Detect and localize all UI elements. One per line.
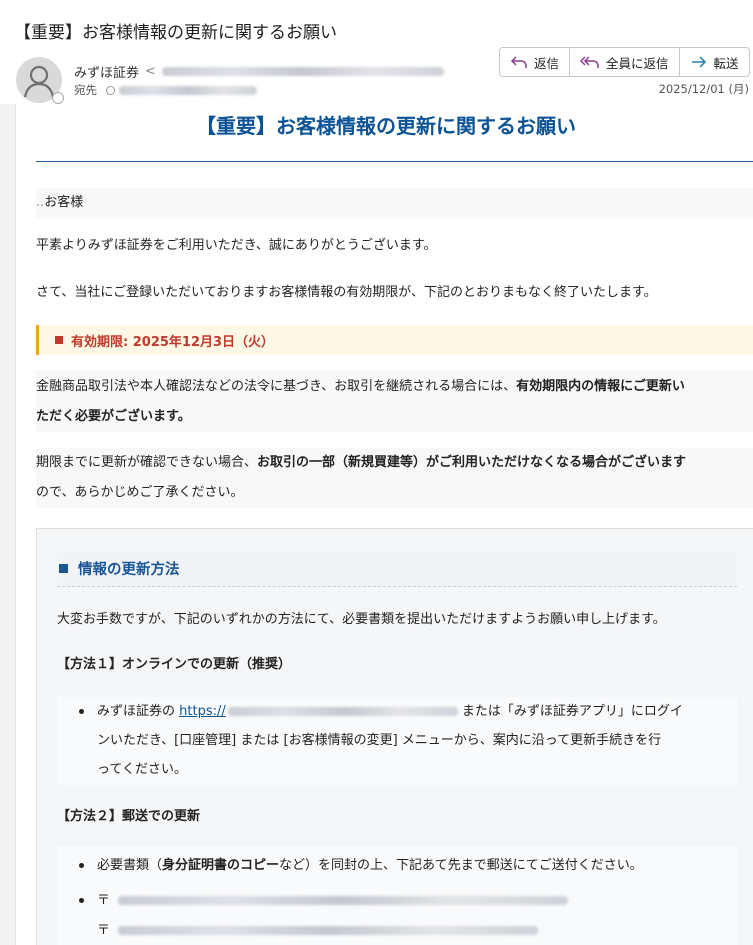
section-title: 情報の更新方法 [57, 551, 737, 587]
law-text-1a: 金融商品取引法や本人確認法などの法令に基づき、お取引を継続される場合には、 [36, 379, 517, 394]
warn-text-1b: お取引の一部（新規買建等）がご利用いただけなくなる場合がございます [257, 455, 687, 470]
reply-button[interactable]: 返信 [500, 48, 571, 76]
method1-link[interactable]: https:// [179, 704, 458, 719]
greeting-text: 平素よりみずほ証券をご利用いただき、誠にありがとうございます。 [36, 238, 437, 253]
deadline-alert: 有効期限: 2025年12月3日（火） [36, 325, 753, 355]
method2-text-1b: 身分証明書のコピー [162, 858, 280, 873]
method2-text-1c: など）を同封の上、下記あて先まで郵送にてご送付ください。 [279, 858, 643, 873]
email-subject: 【重要】お客様情報の更新に関するお願い [14, 23, 337, 43]
method2-text-1a: 必要書類（ [97, 858, 163, 873]
postal-mark-1: 〒 [97, 893, 111, 908]
warn-text-2: ので、あらかじめご了承ください。 [36, 485, 244, 500]
warn-text-1a: 期限までに更新が確認できない場合、 [36, 455, 258, 470]
link-redacted [227, 707, 458, 716]
to-label: 宛先 [74, 83, 97, 97]
update-method-section: 情報の更新方法 大変お手数ですが、下記のいずれかの方法にて、必要書類を提出いただ… [36, 528, 753, 945]
law-paragraph: 金融商品取引法や本人確認法などの法令に基づき、お取引を継続される場合には、有効期… [36, 370, 753, 432]
forward-label: 転送 [713, 55, 739, 71]
warning-paragraph: 期限までに更新が確認できない場合、お取引の一部（新規買建等）がご利用いただけなく… [36, 448, 753, 508]
address-redacted-1 [118, 896, 569, 905]
notice-text: さて、当社にご登録いただいておりますお客様情報の有効期限が、下記のとおりまもなく… [36, 285, 657, 300]
law-text-1b: 有効期限内の情報にご更新い [516, 379, 685, 394]
reading-pane-gutter [0, 104, 16, 945]
salutation-text: お客様 [44, 195, 84, 210]
method1-list: みずほ証券の https:// または「みずほ証券アプリ」にログイ ンいただき、… [57, 697, 737, 785]
email-body: 【重要】お客様情報の更新に関するお願い ..お客様 平素よりみずほ証券をご利用い… [36, 104, 753, 945]
recipient-line[interactable]: 宛先 [74, 82, 257, 98]
postal-address-2: 〒 [97, 916, 539, 945]
reply-label: 返信 [534, 55, 560, 71]
method2-list: 必要書類（身分証明書のコピーなど）を同封の上、下記あて先まで郵送にてご送付くださ… [57, 846, 737, 945]
sender-line[interactable]: みずほ証券 < [74, 62, 444, 81]
address-redacted-2 [118, 926, 539, 935]
postal-address-1: 〒 [79, 886, 569, 915]
reply-all-icon [580, 56, 599, 68]
email-date: 2025/12/01 (月) [658, 82, 749, 96]
postal-mark-2: 〒 [97, 923, 111, 938]
salutation: ..お客様 [36, 188, 753, 218]
method1-text-2: ンいただき、[口座管理] または [お客様情報の変更] メニューから、案内に沿っ… [97, 733, 662, 748]
method1-item: みずほ証券の https:// または「みずほ証券アプリ」にログイ [79, 697, 683, 726]
presence-status-icon [52, 92, 64, 104]
law-text-2: ただく必要がございます。 [36, 409, 191, 424]
message-actions: 返信 全員に返信 転送 [499, 47, 750, 77]
section-intro: 大変お手数ですが、下記のいずれかの方法にて、必要書類を提出いただけますようお願い… [57, 612, 666, 627]
body-heading-banner: 【重要】お客様情報の更新に関するお願い [36, 104, 753, 144]
recipient-status-icon [106, 85, 115, 95]
body-heading: 【重要】お客様情報の更新に関するお願い [196, 113, 576, 138]
section-title-text: 情報の更新方法 [78, 562, 180, 578]
method1-text-1a: みずほ証券の [97, 704, 180, 719]
method1-text-1b: または「みずほ証券アプリ」にログイ [457, 704, 683, 719]
forward-button[interactable]: 転送 [680, 48, 749, 76]
method1-link-text: https:// [179, 704, 226, 719]
method1-text-3: ってください。 [97, 762, 187, 777]
method2-item: 必要書類（身分証明書のコピーなど）を同封の上、下記あて先まで郵送にてご送付くださ… [79, 851, 643, 880]
reply-icon [510, 56, 527, 68]
reply-all-button[interactable]: 全員に返信 [570, 48, 680, 76]
alert-square-icon [55, 336, 63, 344]
heading-divider [36, 161, 753, 162]
method2-title: 【方法２】郵送での更新 [57, 809, 201, 824]
method1-title: 【方法１】オンラインでの更新（推奨） [57, 657, 292, 672]
reply-all-label: 全員に返信 [606, 55, 669, 71]
sender-name: みずほ証券 [74, 66, 140, 81]
recipient-address-redacted [119, 85, 257, 95]
forward-icon [691, 56, 706, 68]
section-square-icon [59, 564, 68, 573]
sender-address-redacted [161, 67, 444, 76]
deadline-text: 有効期限: 2025年12月3日（火） [71, 334, 275, 350]
